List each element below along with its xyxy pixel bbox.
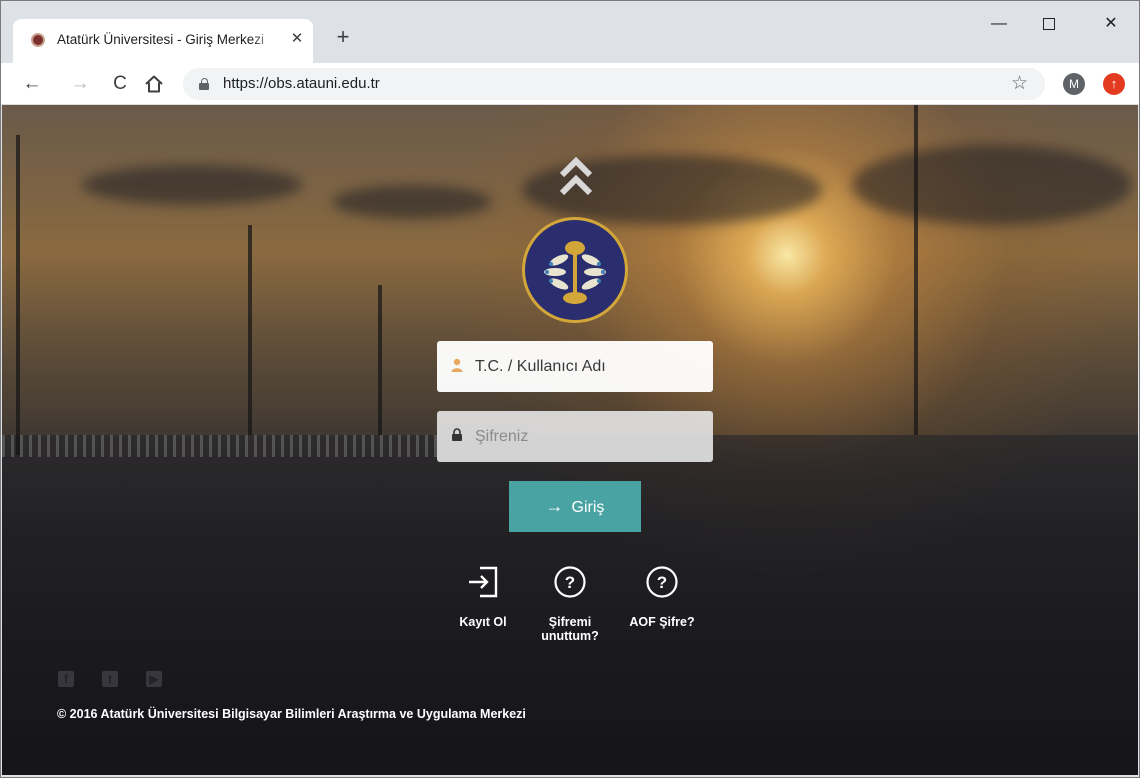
chevron-up-icon[interactable] xyxy=(558,155,594,201)
pylon-decoration xyxy=(248,225,252,435)
youtube-icon[interactable]: ▶ xyxy=(146,671,162,687)
forgot-password-label: Şifremi unuttum? xyxy=(541,615,599,643)
minimize-button[interactable]: — xyxy=(976,9,1022,39)
password-input[interactable] xyxy=(475,411,705,462)
cloud-decoration xyxy=(852,145,1132,225)
address-bar[interactable]: https://obs.atauni.edu.tr ☆ xyxy=(183,68,1045,100)
login-button[interactable]: → Giriş xyxy=(509,481,641,532)
extension-icon[interactable]: ↑ xyxy=(1103,73,1125,95)
forward-arrow-icon[interactable]: → xyxy=(67,71,93,97)
svg-text:?: ? xyxy=(565,573,575,592)
lock-icon xyxy=(452,428,462,441)
profile-avatar[interactable]: M xyxy=(1063,73,1085,95)
university-favicon-icon xyxy=(31,33,45,47)
arrow-right-icon: → xyxy=(545,496,564,516)
lock-icon xyxy=(199,78,209,90)
pylon-decoration xyxy=(378,285,382,435)
maximize-button[interactable] xyxy=(1026,9,1072,39)
pylon-decoration xyxy=(914,105,918,435)
tab-strip: Atatürk Üniversitesi - Giriş Merkezi ✕ +… xyxy=(1,1,1139,63)
tab-title: Atatürk Üniversitesi - Giriş Merkezi xyxy=(57,32,281,47)
bookmark-star-icon[interactable]: ☆ xyxy=(1011,72,1028,95)
browser-toolbar: ← → C https://obs.atauni.edu.tr ☆ M ↑ xyxy=(1,63,1139,105)
username-input[interactable] xyxy=(475,341,705,392)
close-window-button[interactable]: ✕ xyxy=(1088,9,1134,39)
facebook-icon[interactable]: f xyxy=(58,671,74,687)
url-text: https://obs.atauni.edu.tr xyxy=(223,75,380,92)
university-logo xyxy=(522,217,628,323)
browser-window: Atatürk Üniversitesi - Giriş Merkezi ✕ +… xyxy=(0,0,1140,778)
pylon-decoration xyxy=(16,135,20,455)
home-icon[interactable] xyxy=(141,71,167,97)
question-circle-icon: ? xyxy=(554,566,586,598)
tab-active[interactable]: Atatürk Üniversitesi - Giriş Merkezi ✕ xyxy=(13,19,313,63)
tab-close-icon[interactable]: ✕ xyxy=(287,29,307,49)
login-button-label: Giriş xyxy=(571,499,605,516)
username-field[interactable] xyxy=(437,341,713,392)
login-page: → Giriş Kayıt Ol ? Şifremi unuttum? ? AOF… xyxy=(2,105,1138,775)
new-tab-button[interactable]: + xyxy=(329,23,357,51)
register-link[interactable]: Kayıt Ol xyxy=(443,565,523,629)
cloud-decoration xyxy=(82,165,302,205)
cloud-decoration xyxy=(332,185,492,219)
reload-icon[interactable]: C xyxy=(107,71,133,97)
forgot-password-link[interactable]: ? Şifremi unuttum? xyxy=(530,565,610,643)
aof-password-link[interactable]: ? AOF Şifre? xyxy=(622,565,702,629)
footer-copyright: © 2016 Atatürk Üniversitesi Bilgisayar B… xyxy=(57,707,526,721)
twitter-icon[interactable]: t xyxy=(102,671,118,687)
sign-in-icon xyxy=(469,566,498,598)
aof-password-label: AOF Şifre? xyxy=(629,615,695,629)
register-label: Kayıt Ol xyxy=(459,615,507,629)
guardrail-decoration xyxy=(2,435,442,457)
svg-text:?: ? xyxy=(657,573,667,592)
question-circle-icon: ? xyxy=(646,566,678,598)
maximize-icon xyxy=(1043,17,1055,30)
password-field[interactable] xyxy=(437,411,713,462)
user-icon xyxy=(451,358,463,372)
back-arrow-icon[interactable]: ← xyxy=(19,71,45,97)
